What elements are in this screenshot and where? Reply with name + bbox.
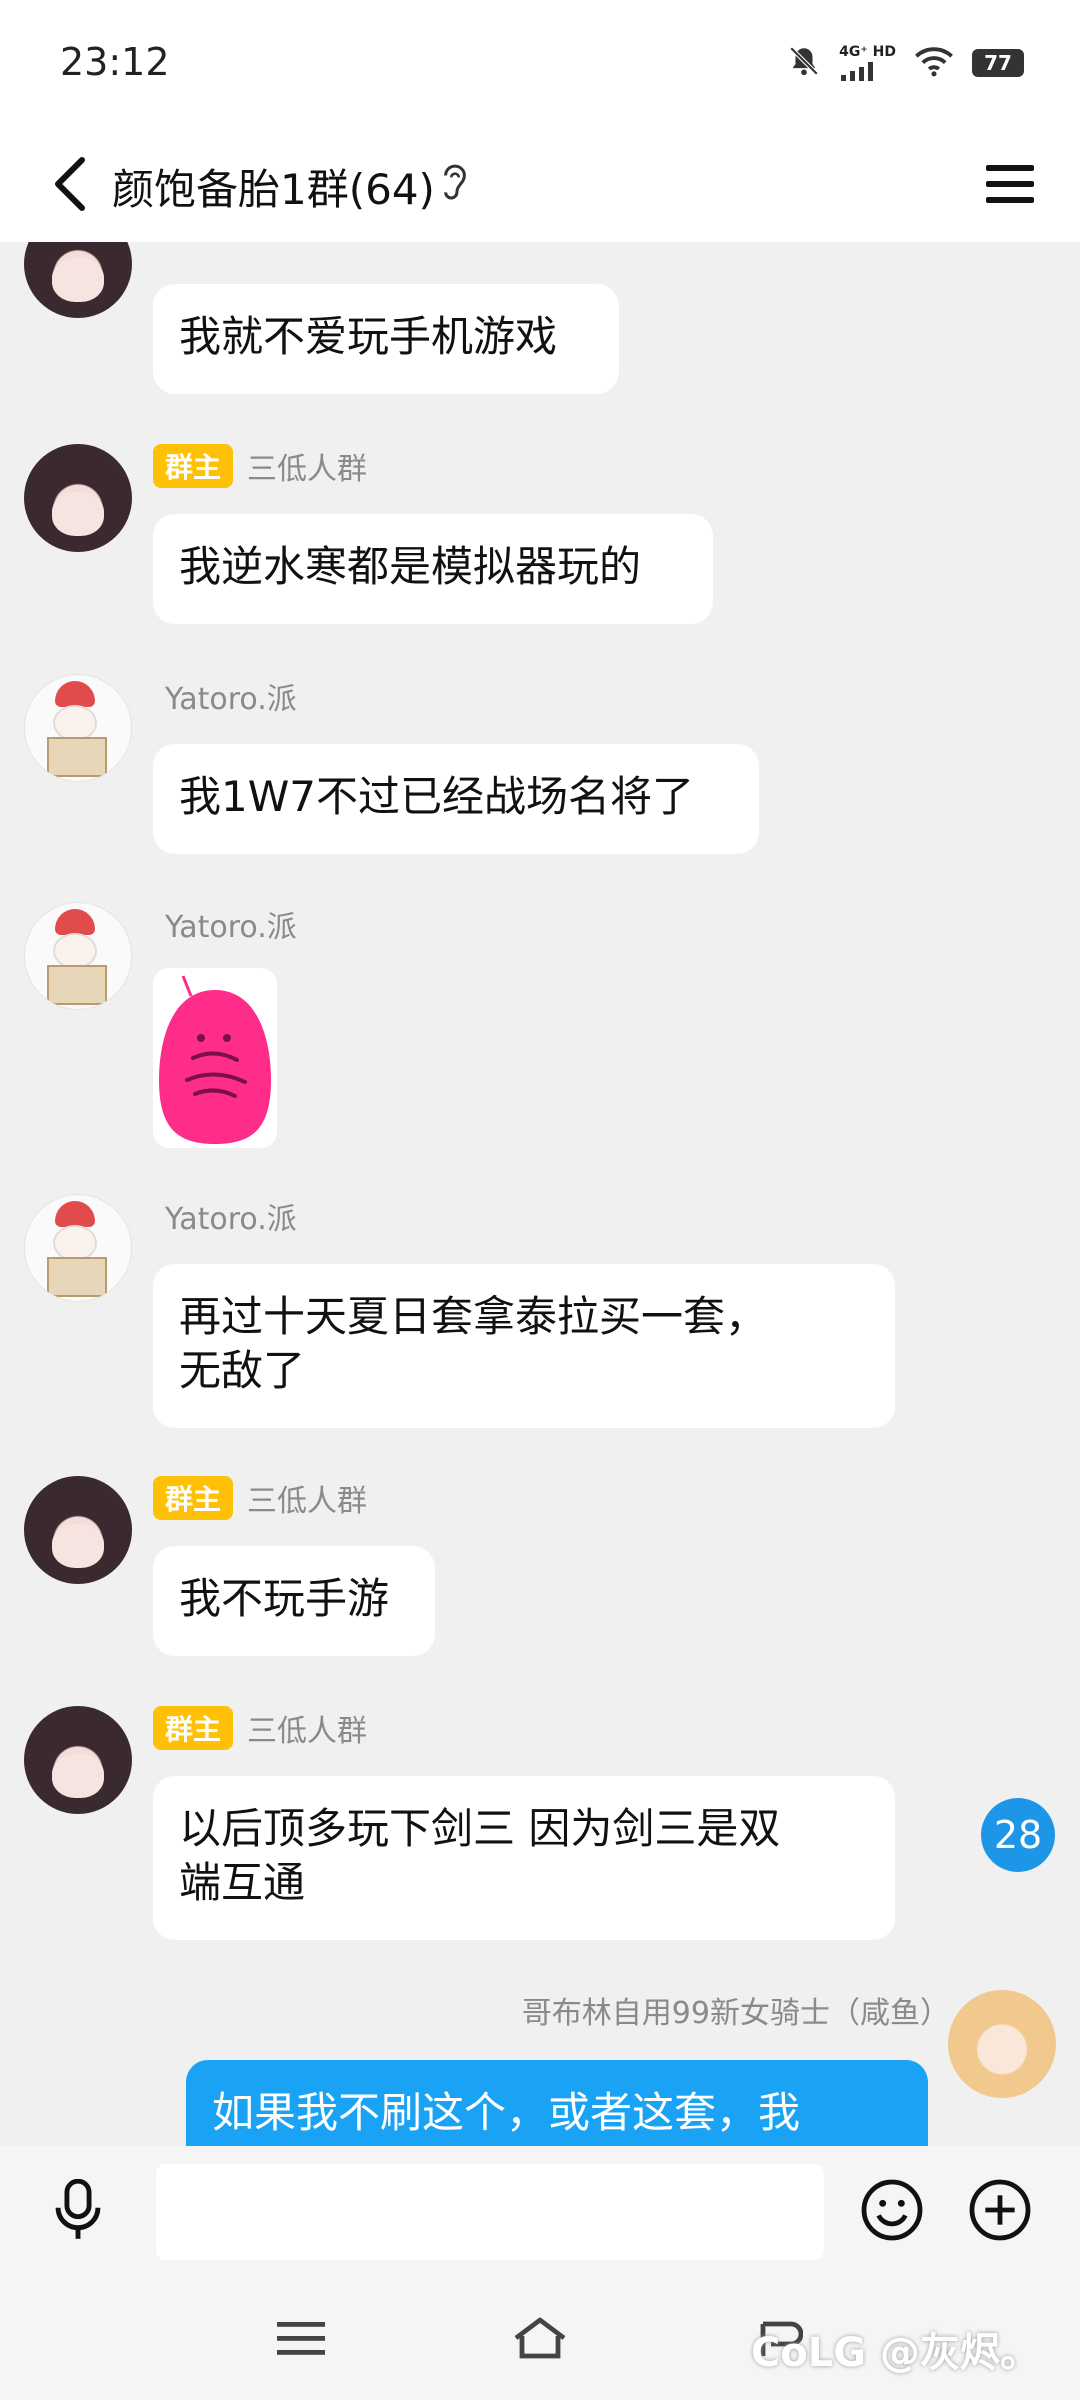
back-button[interactable] (30, 144, 110, 224)
more-button[interactable] (960, 2170, 1040, 2250)
message-input[interactable] (156, 2164, 824, 2260)
wifi-icon (914, 45, 954, 81)
sender-name[interactable]: 三低人群 (247, 1706, 367, 1750)
cell-signal-icon: 4G⁺ HD (839, 45, 896, 81)
battery-icon: 77 (972, 49, 1024, 77)
home-icon (514, 2317, 566, 2359)
status-bar: 23:12 4G⁺ HD 77 (0, 0, 1080, 130)
sender-row: Yatoro.派 (165, 674, 297, 718)
input-bar (0, 2146, 1080, 2274)
message-bubble[interactable]: 我不玩手游 (153, 1546, 435, 1656)
watermark: CoLG @灰烬。 (750, 2330, 1040, 2376)
avatar[interactable] (24, 674, 132, 782)
menu-button[interactable] (970, 144, 1050, 224)
avatar[interactable] (24, 1476, 132, 1584)
chevron-left-icon (55, 157, 85, 211)
sender-name[interactable]: 哥布林自用99新女骑士（咸鱼） (522, 1988, 950, 2032)
sender-row: 哥布林自用99新女骑士（咸鱼） (522, 1988, 950, 2032)
message-bubble-outgoing[interactable]: 如果我不刷这个，或者这套，我 (186, 2060, 928, 2146)
message-bubble[interactable]: 再过十天夏日套拿泰拉买一套， 无敌了 (153, 1264, 895, 1428)
avatar[interactable] (24, 444, 132, 552)
hamburger-menu-icon (986, 165, 1034, 203)
sender-name[interactable]: Yatoro.派 (165, 902, 297, 946)
avatar[interactable] (24, 902, 132, 1010)
sender-row: 群主 三低人群 (153, 1706, 367, 1750)
sender-name[interactable]: Yatoro.派 (165, 1194, 297, 1238)
emoji-button[interactable] (852, 2170, 932, 2250)
message-bubble[interactable]: 以后顶多玩下剑三 因为剑三是双 端互通 (153, 1776, 895, 1940)
recents-button[interactable] (256, 2298, 346, 2378)
sender-row: 群主 三低人群 (153, 444, 367, 488)
microphone-icon (55, 2179, 101, 2239)
sender-name[interactable]: 三低人群 (247, 444, 367, 488)
sender-name[interactable]: 三低人群 (247, 1476, 367, 1520)
status-time: 23:12 (60, 40, 170, 84)
owner-badge: 群主 (153, 1476, 234, 1520)
avatar[interactable] (24, 242, 132, 318)
signal-label: 4G⁺ HD (839, 44, 896, 60)
avatar[interactable] (24, 1194, 132, 1302)
avatar[interactable] (948, 1990, 1056, 2098)
voice-button[interactable] (38, 2170, 118, 2250)
home-button[interactable] (495, 2298, 585, 2378)
mute-bell-icon (787, 44, 821, 82)
sender-row: 群主 三低人群 (153, 1476, 367, 1520)
plus-circle-icon (969, 2179, 1031, 2241)
sender-row: Yatoro.派 (165, 1194, 297, 1238)
sender-row: Yatoro.派 (165, 902, 297, 946)
recents-icon (277, 2322, 325, 2355)
message-bubble[interactable]: 我1W7不过已经战场名将了 (153, 744, 759, 854)
owner-badge: 群主 (153, 1706, 234, 1750)
group-title[interactable]: 颜饱备胎1群(64) (112, 156, 435, 217)
system-nav-bar: CoLG @灰烬。 (0, 2274, 1080, 2400)
message-list[interactable]: 我就不爱玩手机游戏 群主 三低人群 我逆水寒都是模拟器玩的 Yatoro.派 我… (0, 242, 1080, 2146)
avatar[interactable] (24, 1706, 132, 1814)
sticker-image[interactable] (153, 968, 277, 1148)
status-icons: 4G⁺ HD 77 (787, 44, 1024, 82)
unread-count-badge[interactable]: 28 (981, 1798, 1055, 1872)
message-bubble[interactable]: 我就不爱玩手机游戏 (153, 284, 619, 394)
ear-icon[interactable] (440, 158, 470, 212)
owner-badge: 群主 (153, 444, 234, 488)
sender-name[interactable]: Yatoro.派 (165, 674, 297, 718)
message-bubble[interactable]: 我逆水寒都是模拟器玩的 (153, 514, 713, 624)
chat-header: 颜饱备胎1群(64) (0, 130, 1080, 242)
smiley-icon (861, 2179, 923, 2241)
